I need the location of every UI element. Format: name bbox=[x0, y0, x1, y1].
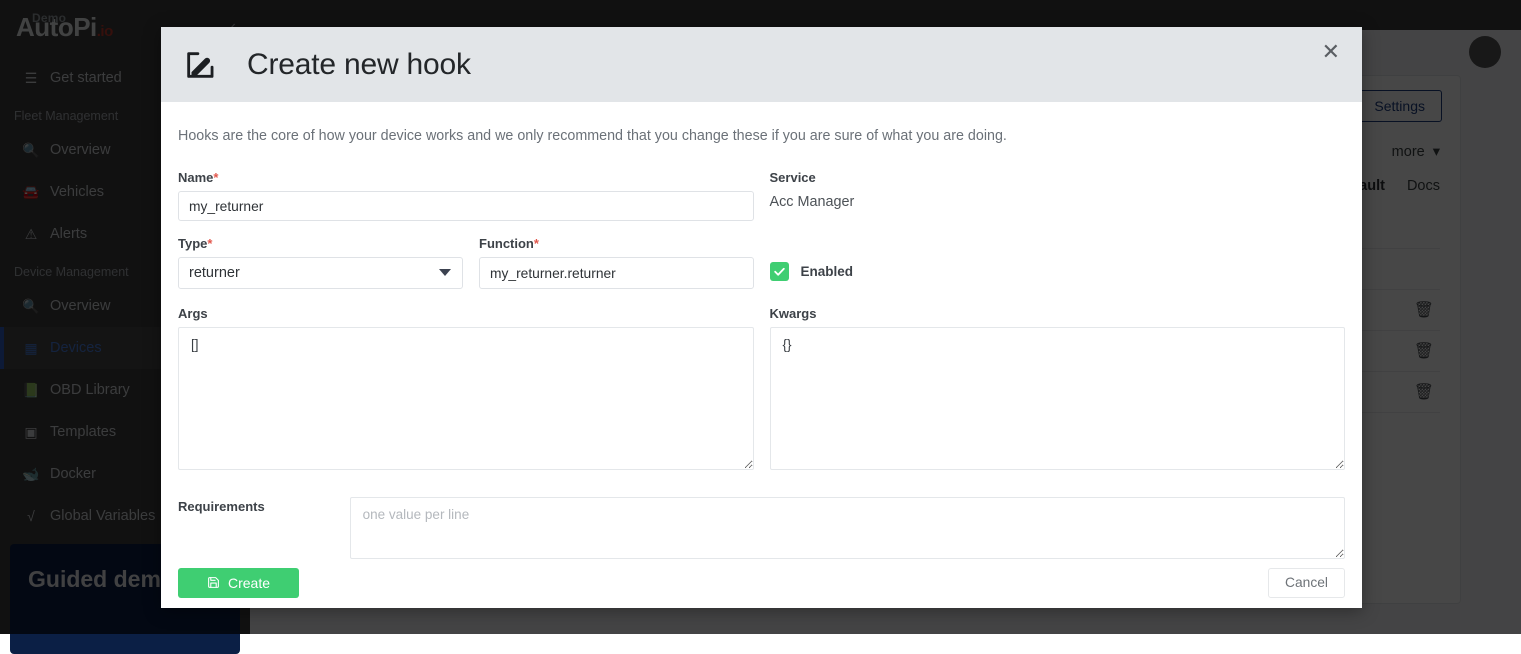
type-label-text: Type bbox=[178, 236, 207, 251]
kwargs-label: Kwargs bbox=[770, 306, 1346, 321]
enabled-checkbox[interactable] bbox=[770, 262, 789, 281]
templates-icon: ▣ bbox=[22, 424, 40, 441]
chevron-down-icon[interactable]: ▾ bbox=[1433, 144, 1440, 160]
field-enabled: Enabled bbox=[770, 236, 1346, 289]
enabled-label: Enabled bbox=[801, 264, 854, 279]
devices-icon: ▦ bbox=[22, 340, 40, 357]
cancel-button[interactable]: Cancel bbox=[1268, 568, 1345, 598]
modal-header: Create new hook ✕ bbox=[161, 27, 1362, 102]
function-label: Function* bbox=[479, 236, 754, 251]
field-function: Function* bbox=[479, 236, 754, 289]
function-label-text: Function bbox=[479, 236, 534, 251]
magnifier-icon: 🔍 bbox=[22, 142, 40, 159]
required-marker: * bbox=[534, 236, 539, 251]
trash-icon[interactable]: 🗑 bbox=[1414, 382, 1434, 402]
edit-pencil-icon bbox=[183, 48, 217, 82]
name-label: Name* bbox=[178, 170, 754, 185]
field-type-function: Type* Function* bbox=[178, 236, 754, 289]
type-label: Type* bbox=[178, 236, 463, 251]
more-dropdown[interactable]: more bbox=[1392, 144, 1425, 160]
sidebar-item-label: OBD Library bbox=[50, 382, 130, 398]
car-icon: 🚘 bbox=[22, 184, 40, 201]
modal-body: Hooks are the core of how your device wo… bbox=[161, 102, 1362, 557]
name-label-text: Name bbox=[178, 170, 213, 185]
function-input[interactable] bbox=[479, 257, 754, 289]
sidebar-item-label: Alerts bbox=[50, 226, 87, 242]
modal-description: Hooks are the core of how your device wo… bbox=[178, 128, 1345, 144]
book-open-icon: ☰ bbox=[22, 70, 40, 87]
form-row-type-function-enabled: Type* Function* Enabled bbox=[178, 236, 1345, 289]
field-name: Name* bbox=[178, 170, 754, 221]
required-marker: * bbox=[207, 236, 212, 251]
modal-footer: Create Cancel bbox=[161, 557, 1362, 608]
sidebar-item-label: Devices bbox=[50, 340, 102, 356]
background-topbar bbox=[250, 0, 1521, 30]
create-new-hook-modal: Create new hook ✕ Hooks are the core of … bbox=[161, 27, 1362, 608]
name-input[interactable] bbox=[178, 191, 754, 221]
tab-docs[interactable]: Docs bbox=[1407, 178, 1440, 194]
enabled-checkbox-row: Enabled bbox=[770, 262, 1346, 281]
service-value: Acc Manager bbox=[770, 191, 1346, 210]
trash-icon[interactable]: 🗑 bbox=[1414, 341, 1434, 361]
save-icon bbox=[207, 576, 220, 589]
requirements-textarea[interactable] bbox=[350, 497, 1345, 559]
create-button[interactable]: Create bbox=[178, 568, 299, 598]
type-select-wrap bbox=[178, 257, 463, 289]
field-args: Args [] bbox=[178, 306, 754, 475]
requirements-label-cell: Requirements bbox=[178, 497, 350, 559]
alert-icon: ⚠ bbox=[22, 226, 40, 243]
settings-button[interactable]: Settings bbox=[1357, 90, 1442, 122]
field-service: Service Acc Manager bbox=[770, 170, 1346, 221]
required-marker: * bbox=[213, 170, 218, 185]
page-title: Create new hook bbox=[247, 48, 471, 82]
args-label: Args bbox=[178, 306, 754, 321]
sidebar-item-label: Overview bbox=[50, 298, 110, 314]
sidebar-item-label: Get started bbox=[50, 70, 122, 86]
brand-demo-label: Demo bbox=[32, 11, 66, 25]
create-button-label: Create bbox=[228, 575, 270, 591]
close-icon[interactable]: ✕ bbox=[1316, 37, 1346, 67]
args-textarea[interactable]: [] bbox=[178, 327, 754, 470]
sidebar-item-label: Global Variables bbox=[50, 508, 155, 524]
service-label: Service bbox=[770, 170, 1346, 185]
form-row-requirements: Requirements bbox=[178, 497, 1345, 559]
book-icon: 📗 bbox=[22, 382, 40, 399]
form-row-args-kwargs: Args [] Kwargs {} bbox=[178, 306, 1345, 475]
field-type: Type* bbox=[178, 236, 463, 289]
sidebar-item-label: Docker bbox=[50, 466, 96, 482]
field-kwargs: Kwargs {} bbox=[770, 306, 1346, 475]
sidebar-item-label: Vehicles bbox=[50, 184, 104, 200]
sqrt-icon: √ bbox=[22, 508, 40, 524]
sidebar-item-label: Templates bbox=[50, 424, 116, 440]
sidebar-item-label: Overview bbox=[50, 142, 110, 158]
brand-tld: .io bbox=[97, 23, 113, 40]
kwargs-textarea[interactable]: {} bbox=[770, 327, 1346, 470]
requirements-label: Requirements bbox=[178, 499, 350, 514]
docker-icon: 🐋 bbox=[22, 466, 40, 483]
magnifier-icon: 🔍 bbox=[22, 298, 40, 315]
avatar[interactable] bbox=[1469, 36, 1501, 68]
trash-icon[interactable]: 🗑 bbox=[1414, 300, 1434, 320]
form-row-name-service: Name* Service Acc Manager bbox=[178, 170, 1345, 221]
type-select[interactable] bbox=[178, 257, 463, 289]
